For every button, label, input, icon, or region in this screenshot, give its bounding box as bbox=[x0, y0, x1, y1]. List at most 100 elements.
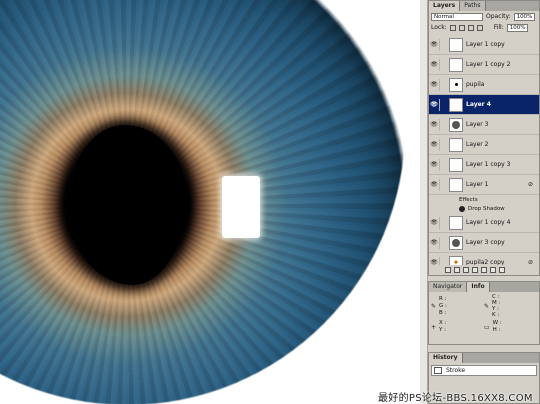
tab-history[interactable]: History bbox=[429, 353, 463, 363]
layer-row[interactable]: 👁 ✦ pupila2 copy ⊘ bbox=[429, 253, 539, 265]
layer-name: Layer 3 bbox=[466, 121, 489, 128]
new-layer-icon[interactable] bbox=[490, 266, 496, 273]
link-layers-icon[interactable] bbox=[445, 266, 451, 273]
layer-thumbnail bbox=[449, 37, 463, 52]
visibility-eye-icon[interactable]: 👁 bbox=[429, 161, 439, 168]
new-group-icon[interactable] bbox=[481, 266, 487, 273]
layer-effects-icon[interactable]: ⊘ bbox=[528, 181, 533, 188]
layer-link-slot[interactable] bbox=[439, 58, 446, 71]
info-readout: ✎ R : G : B : ✎ C : M : Y : K : + X: Y … bbox=[429, 292, 539, 338]
layer-row[interactable]: 👁 Layer 1 copy 4 bbox=[429, 213, 539, 233]
dock-scroll-strip[interactable] bbox=[420, 0, 428, 404]
visibility-eye-icon[interactable]: 👁 bbox=[429, 219, 439, 226]
visibility-eye-icon[interactable]: 👁 bbox=[429, 101, 439, 108]
layers-list: 👁 Layer 1 copy 👁 Layer 1 copy 2 👁 pupila 👁 Laye… bbox=[429, 35, 539, 265]
image-canvas[interactable] bbox=[0, 0, 420, 404]
layer-link-slot[interactable] bbox=[439, 236, 446, 249]
drop-shadow-label: Drop Shadow bbox=[468, 205, 505, 212]
info-h: H : bbox=[492, 327, 501, 333]
layer-link-slot[interactable] bbox=[439, 216, 446, 229]
info-y-coord: Y : bbox=[439, 327, 446, 333]
watermark-text: 最好的PS论坛-BBS.16XX8.COM bbox=[378, 393, 533, 404]
history-panel-tabs: History bbox=[429, 353, 539, 363]
layer-name: Layer 3 copy bbox=[466, 239, 505, 246]
lock-transparency-icon[interactable] bbox=[449, 24, 456, 31]
lock-label: Lock: bbox=[431, 24, 447, 31]
layer-row[interactable]: 👁 Layer 4 bbox=[429, 95, 539, 115]
layer-name: Layer 1 copy bbox=[466, 41, 505, 48]
layer-link-slot[interactable] bbox=[439, 78, 446, 91]
layer-thumbnail: ✦ bbox=[449, 255, 463, 265]
info-rgb: ✎ R : G : B : bbox=[431, 296, 484, 317]
info-cmyk: ✎ C : M : Y : K : bbox=[484, 294, 537, 318]
effect-visibility-icon[interactable] bbox=[459, 205, 465, 212]
visibility-eye-icon[interactable]: 👁 bbox=[429, 81, 439, 88]
trash-icon[interactable] bbox=[499, 266, 505, 273]
history-item[interactable]: Stroke bbox=[431, 365, 537, 376]
blend-mode-select[interactable]: Normal bbox=[431, 12, 483, 21]
eyedropper-icon: ✎ bbox=[431, 302, 437, 310]
info-b: B : bbox=[439, 309, 447, 316]
layer-row[interactable]: 👁 Layer 1 copy 2 bbox=[429, 55, 539, 75]
info-k: K : bbox=[492, 312, 500, 318]
info-coord-row: + X : Y : ▭ W : H : bbox=[431, 318, 537, 336]
info-wh: ▭ W : H : bbox=[484, 320, 537, 334]
layer-thumbnail bbox=[449, 157, 463, 172]
new-fill-layer-icon[interactable] bbox=[472, 266, 478, 273]
visibility-eye-icon[interactable]: 👁 bbox=[429, 181, 439, 188]
layer-row[interactable]: 👁 Layer 2 bbox=[429, 135, 539, 155]
layer-thumbnail bbox=[449, 77, 463, 92]
layer-thumbnail bbox=[449, 57, 463, 72]
layer-thumbnail bbox=[449, 177, 463, 192]
layer-link-slot[interactable] bbox=[439, 98, 446, 111]
tab-navigator[interactable]: Navigator bbox=[429, 282, 468, 292]
tab-info[interactable]: Info bbox=[467, 282, 490, 292]
layer-effects-icon[interactable]: ⊘ bbox=[528, 259, 533, 265]
layer-link-slot[interactable] bbox=[439, 158, 446, 171]
layer-name: Layer 1 bbox=[466, 181, 489, 188]
layer-link-slot[interactable] bbox=[439, 38, 446, 51]
history-item-label: Stroke bbox=[446, 367, 466, 374]
effects-header[interactable]: Effects bbox=[429, 195, 539, 204]
layer-row[interactable]: 👁 Layer 1 copy bbox=[429, 35, 539, 55]
layer-row[interactable]: 👁 Layer 1 copy 3 bbox=[429, 155, 539, 175]
layer-thumbnail bbox=[449, 117, 463, 132]
lock-brush-icon[interactable] bbox=[458, 24, 465, 31]
layer-link-slot[interactable] bbox=[439, 138, 446, 151]
layer-name: Layer 1 copy 4 bbox=[466, 219, 511, 226]
layer-row[interactable]: 👁 Layer 3 copy bbox=[429, 233, 539, 253]
drop-shadow-effect[interactable]: Drop Shadow bbox=[429, 204, 539, 213]
iris-fiber-texture bbox=[0, 0, 405, 404]
visibility-eye-icon[interactable]: 👁 bbox=[429, 141, 439, 148]
info-color-row: ✎ R : G : B : ✎ C : M : Y : K : bbox=[431, 294, 537, 318]
visibility-eye-icon[interactable]: 👁 bbox=[429, 61, 439, 68]
fill-field[interactable]: 100% bbox=[506, 23, 529, 32]
layer-link-slot[interactable] bbox=[439, 256, 446, 265]
lock-all-icon[interactable] bbox=[476, 24, 483, 31]
lock-row: Lock: Fill: 100% bbox=[429, 22, 539, 33]
layer-style-icon[interactable] bbox=[454, 266, 460, 273]
lock-move-icon[interactable] bbox=[467, 24, 474, 31]
info-w: W : bbox=[492, 320, 502, 326]
visibility-eye-icon[interactable]: 👁 bbox=[429, 121, 439, 128]
catchlight-highlight bbox=[222, 176, 260, 238]
layer-thumbnail bbox=[449, 235, 463, 250]
layer-row[interactable]: 👁 Layer 3 bbox=[429, 115, 539, 135]
layer-mask-icon[interactable] bbox=[463, 266, 469, 273]
visibility-eye-icon[interactable]: 👁 bbox=[429, 41, 439, 48]
visibility-eye-icon[interactable]: 👁 bbox=[429, 239, 439, 246]
layer-row[interactable]: 👁 pupila bbox=[429, 75, 539, 95]
layer-name: Layer 2 bbox=[466, 141, 489, 148]
layer-row[interactable]: 👁 Layer 1 ⊘ bbox=[429, 175, 539, 195]
layer-link-slot[interactable] bbox=[439, 178, 446, 191]
layer-link-slot[interactable] bbox=[439, 118, 446, 131]
info-panel-tabs: Navigator Info bbox=[429, 282, 539, 292]
opacity-field[interactable]: 100% bbox=[513, 12, 536, 21]
tab-paths[interactable]: Paths bbox=[460, 1, 486, 11]
fill-label: Fill: bbox=[493, 24, 504, 31]
opacity-label: Opacity: bbox=[486, 13, 511, 20]
pupil-shape bbox=[68, 125, 186, 285]
layer-thumbnail bbox=[449, 215, 463, 230]
layers-panel-tabs: Layers Paths bbox=[429, 1, 539, 11]
tab-layers[interactable]: Layers bbox=[429, 1, 461, 11]
